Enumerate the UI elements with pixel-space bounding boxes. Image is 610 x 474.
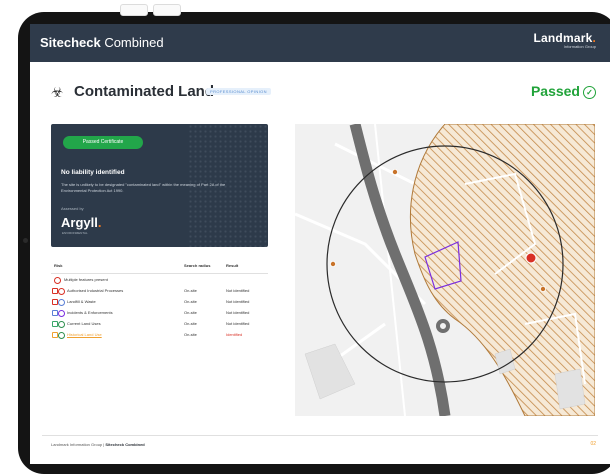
table-row[interactable]: Landfill & Waste On-site Not identified (51, 298, 268, 307)
status-dot-icon (58, 332, 65, 339)
footer-divider (42, 435, 598, 436)
assessed-by-label: Assessed by (61, 206, 84, 211)
brand-name: Landmark (533, 31, 593, 45)
table-row[interactable]: Incidents & Enforcements On-site Not ide… (51, 309, 268, 318)
app-title: Sitecheck Combined (40, 35, 164, 50)
certificate-heading: No liability identified (61, 169, 125, 176)
status-dot-icon (58, 299, 65, 306)
window-tab (120, 4, 148, 16)
check-circle-icon: ✓ (583, 86, 596, 99)
passed-certificate-button[interactable]: Passed Certificate (63, 136, 143, 149)
building (554, 368, 586, 410)
assessor-subtitle: ENVIRONMENTAL (62, 231, 88, 235)
certificate-text: The site is unlikely to be designated "c… (61, 182, 226, 193)
identified-marker (525, 252, 537, 264)
top-bar: Sitecheck Combined Landmark. Information… (30, 24, 610, 62)
report-screen: Sitecheck Combined Landmark. Information… (30, 24, 610, 464)
certificate-card: Passed Certificate No liability identifi… (51, 124, 268, 247)
brand-logo: Landmark. Information Group (533, 31, 597, 49)
map-marker (539, 285, 546, 292)
assessor-logo: Argyll. (61, 215, 102, 230)
status-dot-icon (58, 288, 65, 295)
risk-table-header: Risk Search radius Result (51, 263, 268, 274)
map-canvas (295, 124, 595, 416)
col-risk: Risk (54, 263, 63, 268)
status-dot-icon (58, 321, 65, 328)
page-title: Contaminated Land (74, 83, 215, 100)
table-row[interactable]: Historical Land Use On-site Identified (51, 331, 268, 340)
table-row[interactable]: Current Land Uses On-site Not identified (51, 320, 268, 329)
site-map[interactable] (295, 124, 595, 416)
footer: Landmark Information Group | Sitecheck C… (51, 442, 145, 447)
page-number: 02 (590, 441, 596, 447)
multiple-features-icon (54, 277, 61, 284)
camera-dot (23, 238, 28, 243)
col-search-radius: Search radius (184, 263, 211, 268)
biohazard-icon: ☣ (51, 84, 64, 100)
table-row[interactable]: Authorised Industrial Processes On-site … (51, 287, 268, 296)
map-marker (392, 169, 399, 176)
window-tab (153, 4, 181, 16)
map-marker (330, 260, 337, 267)
status-dot-icon (58, 310, 65, 317)
col-result: Result (226, 263, 239, 268)
professional-opinion-badge: PROFESSIONAL OPINION (206, 88, 271, 95)
table-row[interactable]: Multiple features present (51, 276, 268, 285)
status-passed: Passed ✓ (531, 83, 596, 99)
